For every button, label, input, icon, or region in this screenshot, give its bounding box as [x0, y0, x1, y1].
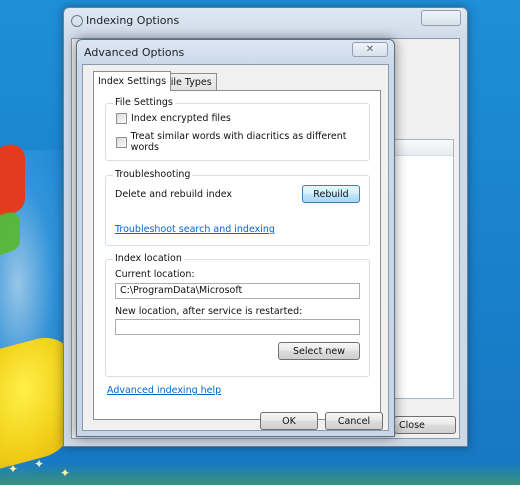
tab-index-settings[interactable]: Index Settings — [93, 71, 172, 91]
new-location-label: New location, after service is restarted… — [115, 306, 303, 317]
rebuild-button[interactable]: Rebuild — [302, 185, 360, 203]
window-title: Indexing Options — [86, 14, 180, 27]
current-location-field: C:\ProgramData\Microsoft — [115, 283, 360, 299]
dialog-close-button[interactable]: ✕ — [352, 42, 388, 57]
window-close-button[interactable] — [421, 10, 461, 26]
dialog-client-area: Index Settings File Types File Settings … — [82, 64, 389, 431]
index-settings-panel: File Settings Index encrypted files Trea… — [93, 90, 381, 420]
ok-button[interactable]: OK — [260, 412, 318, 430]
diacritics-checkbox[interactable] — [116, 136, 127, 148]
index-encrypted-option[interactable]: Index encrypted files — [116, 113, 231, 124]
file-settings-group: File Settings Index encrypted files Trea… — [105, 97, 370, 161]
list-header — [395, 140, 453, 156]
diacritics-label: Treat similar words with diacritics as d… — [130, 131, 347, 153]
troubleshoot-link[interactable]: Troubleshoot search and indexing — [115, 224, 275, 235]
rebuild-description: Delete and rebuild index — [115, 189, 233, 200]
select-new-button[interactable]: Select new — [278, 342, 360, 360]
index-encrypted-label: Index encrypted files — [131, 113, 231, 124]
troubleshooting-legend: Troubleshooting — [113, 169, 193, 180]
magnifier-icon — [71, 15, 83, 27]
advanced-options-dialog: Advanced Options ✕ Index Settings File T… — [76, 39, 395, 437]
close-button[interactable]: Close — [394, 416, 456, 434]
troubleshooting-group: Troubleshooting Delete and rebuild index… — [105, 169, 370, 246]
sparkle-icon: ✦ — [8, 462, 19, 476]
sparkle-icon: ✦ — [60, 466, 71, 480]
taskbar-edge — [0, 463, 520, 485]
diacritics-option[interactable]: Treat similar words with diacritics as d… — [116, 131, 369, 153]
file-settings-legend: File Settings — [113, 97, 175, 108]
index-location-group: Index location Current location: C:\Prog… — [105, 253, 370, 377]
new-location-field[interactable] — [115, 319, 360, 335]
current-location-label: Current location: — [115, 269, 195, 280]
dialog-title: Advanced Options — [84, 46, 185, 59]
advanced-indexing-help-link[interactable]: Advanced indexing help — [107, 385, 221, 396]
indexed-locations-list[interactable] — [394, 139, 454, 399]
index-location-legend: Index location — [113, 253, 184, 264]
sparkle-icon: ✦ — [34, 457, 45, 471]
index-encrypted-checkbox[interactable] — [116, 113, 127, 124]
cancel-button[interactable]: Cancel — [325, 412, 383, 430]
